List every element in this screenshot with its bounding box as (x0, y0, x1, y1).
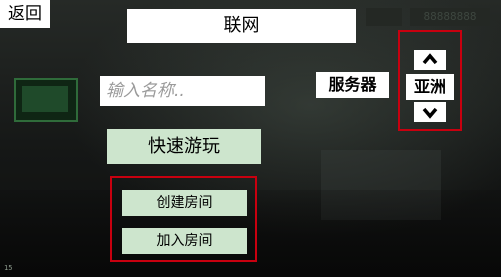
background-monitor-screen (22, 86, 68, 112)
room-buttons-highlight: 创建房间 加入房间 (110, 176, 257, 262)
server-label: 服务器 (316, 72, 389, 98)
background-wall-monitor (14, 78, 78, 122)
chevron-down-icon (422, 107, 438, 119)
server-down-button[interactable] (414, 102, 446, 122)
chevron-up-icon (422, 53, 438, 65)
join-room-button[interactable]: 加入房间 (122, 228, 247, 254)
server-up-button[interactable] (414, 50, 446, 70)
background-counter: 88888888 (410, 8, 490, 26)
back-button[interactable]: 返回 (0, 0, 50, 28)
fps-counter: 15 (4, 264, 13, 272)
create-room-button[interactable]: 创建房间 (122, 190, 247, 216)
page-title: 联网 (127, 9, 356, 43)
background-counter-left (366, 8, 402, 26)
server-selector-highlight: 亚洲 (398, 30, 462, 131)
quick-play-button[interactable]: 快速游玩 (107, 129, 261, 164)
region-value: 亚洲 (406, 74, 454, 100)
name-input[interactable] (100, 76, 265, 106)
